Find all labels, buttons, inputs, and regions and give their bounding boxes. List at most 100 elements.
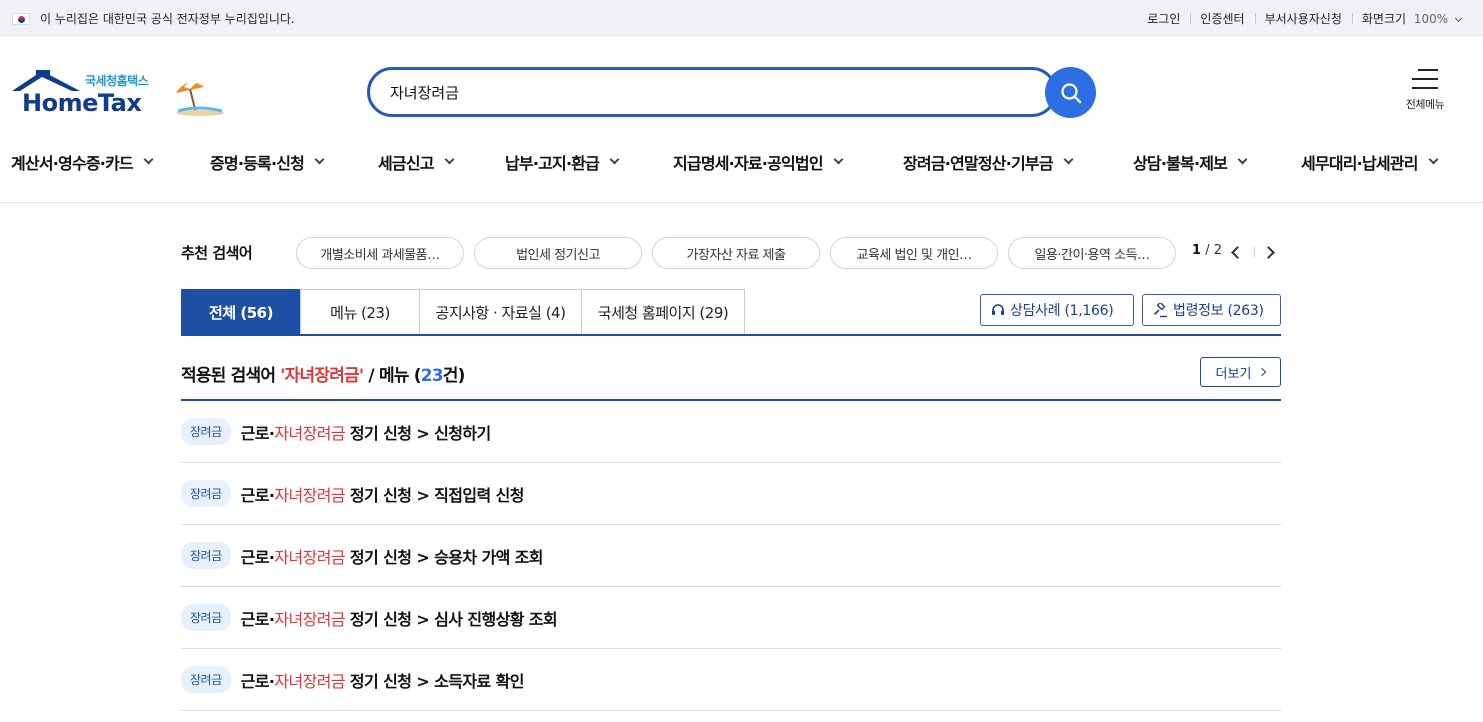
result-keyword-highlight: 자녀장려금 (274, 485, 345, 505)
result-row[interactable]: 장려금 근로·자녀장려금 정기 신청 > 심사 진행상황 조회 (181, 587, 1281, 649)
hometax-logo[interactable]: 국세청홈택스 HomeTax (10, 69, 225, 121)
law-info-label: 법령정보 (263) (1173, 303, 1264, 319)
gnb-divider (0, 202, 1483, 203)
result-title-prefix: 근로· (240, 609, 275, 629)
gnb-item-payment-statement[interactable]: 지급명세·자료·공익법인 (673, 140, 844, 184)
result-heading-mid: / 메뉴 ( (363, 366, 421, 386)
result-title-prefix: 근로· (240, 423, 275, 443)
login-link[interactable]: 로그인 (1137, 10, 1190, 27)
gnb-label: 장려금·연말정산·기부금 (903, 154, 1054, 173)
result-heading-prefix: 적용된 검색어 (181, 366, 281, 386)
gnb-label: 세무대리·납세관리 (1301, 154, 1418, 173)
beach-umbrella-icon (176, 81, 224, 116)
gov-notice-text: 이 누리집은 대한민국 공식 전자정부 누리집입니다. (40, 12, 295, 26)
chevron-right-icon[interactable] (1262, 244, 1278, 260)
chevron-down-icon (444, 154, 455, 164)
utility-links: 로그인 인증센터 부서사용자신청 화면크기 100% (1137, 10, 1471, 27)
recommended-chip[interactable]: 개별소비세 과세물품… (296, 237, 464, 269)
logo-subtitle: 국세청홈택스 (85, 74, 149, 88)
korea-flag-icon (12, 12, 30, 25)
chevron-right-icon (1258, 367, 1267, 377)
tab-menu[interactable]: 메뉴 (23) (300, 289, 420, 335)
result-title: 근로·자녀장려금 정기 신청 > 직접입력 신청 (241, 482, 525, 506)
more-button[interactable]: 더보기 (1200, 357, 1281, 387)
chevron-down-icon (1063, 154, 1074, 164)
page-separator: / (1205, 243, 1210, 258)
recommended-pager: 1 / 2 (1192, 243, 1222, 258)
hamburger-icon (1412, 68, 1438, 90)
zoom-label: 화면크기 (1361, 12, 1407, 26)
recommended-chip[interactable]: 가장자산 자료 제출 (652, 237, 820, 269)
result-keyword-highlight: 자녀장려금 (274, 423, 345, 443)
gnb-label: 계산서·영수증·카드 (11, 154, 134, 173)
category-badge: 장려금 (181, 480, 231, 507)
tab-nts-homepage[interactable]: 국세청 홈페이지 (29) (581, 289, 745, 335)
result-keyword: '자녀장려금' (280, 366, 364, 386)
tab-notice[interactable]: 공지사항 · 자료실 (4) (419, 289, 582, 335)
all-menu-button[interactable]: 전체메뉴 (1395, 66, 1455, 118)
result-row[interactable]: 장려금 근로·자녀장려금 정기 신청 > 직접입력 신청 (181, 463, 1281, 525)
all-menu-label: 전체메뉴 (1405, 98, 1445, 111)
gnb-item-consult[interactable]: 상담·불복·제보 (1133, 140, 1248, 184)
recommended-chip[interactable]: 법인세 정기신고 (474, 237, 642, 269)
law-info-button[interactable]: 법령정보 (263) (1142, 294, 1281, 326)
gnb-label: 상담·불복·제보 (1133, 154, 1228, 173)
result-title-suffix: 정기 신청 > 소득자료 확인 (344, 671, 524, 691)
chevron-down-icon (143, 154, 154, 164)
recommended-chip[interactable]: 일용·간이·용역 소득… (1008, 237, 1176, 269)
chevron-left-icon[interactable] (1228, 244, 1244, 260)
gnb-label: 지급명세·자료·공익법인 (673, 154, 824, 173)
result-row[interactable]: 장려금 근로·자녀장려금 정기 신청 > 승용차 가액 조회 (181, 525, 1281, 587)
chevron-down-icon (314, 154, 325, 164)
zoom-value: 100% (1413, 12, 1449, 26)
chevron-down-icon (833, 154, 844, 164)
gnb-item-incentive[interactable]: 장려금·연말정산·기부금 (903, 140, 1074, 184)
main-navigation: 계산서·영수증·카드 증명·등록·신청 세금신고 납부·고지·환급 지급명세·자… (0, 140, 1483, 184)
recommended-chip[interactable]: 교육세 법인 및 개인… (830, 237, 998, 269)
gov-banner: 이 누리집은 대한민국 공식 전자정부 누리집입니다. 로그인 인증센터 부서사… (0, 0, 1483, 37)
result-heading: 적용된 검색어 '자녀장려금' / 메뉴 (23건) (181, 361, 465, 386)
result-title: 근로·자녀장려금 정기 신청 > 승용차 가액 조회 (240, 544, 544, 568)
gavel-icon (1153, 302, 1167, 317)
logo-title: HomeTax (22, 89, 142, 117)
result-row[interactable]: 장려금 근로·자녀장려금 정기 신청 > 신청하기 (181, 401, 1281, 463)
category-badge: 장려금 (181, 666, 231, 693)
chevron-down-icon (609, 154, 620, 164)
result-title-suffix: 정기 신청 > 심사 진행상황 조회 (344, 609, 558, 629)
zoom-control[interactable]: 화면크기 100% (1351, 10, 1471, 27)
category-badge: 장려금 (181, 542, 231, 569)
search-input[interactable] (390, 83, 990, 101)
gnb-label: 납부·고지·환급 (505, 154, 600, 173)
result-heading-suffix: 건) (442, 366, 466, 386)
category-badge: 장려금 (181, 604, 231, 631)
gnb-item-payment[interactable]: 납부·고지·환급 (505, 140, 620, 184)
search-box (367, 67, 1057, 117)
certificate-center-link[interactable]: 인증센터 (1190, 10, 1254, 27)
gnb-item-tax-agent[interactable]: 세무대리·납세관리 (1301, 140, 1439, 184)
chevron-down-icon (1454, 14, 1463, 23)
tab-all[interactable]: 전체 (56) (181, 289, 301, 335)
recommended-title: 추천 검색어 (181, 244, 253, 262)
page-current: 1 (1192, 243, 1202, 258)
chevron-down-icon (1428, 154, 1439, 164)
gnb-label: 세금신고 (378, 154, 434, 173)
tabs-underline (181, 334, 1281, 336)
result-count: 23 (420, 366, 444, 386)
result-row[interactable]: 장려금 근로·자녀장려금 정기 신청 > 소득자료 확인 (181, 649, 1281, 711)
chevron-down-icon (1237, 154, 1248, 164)
pager-divider (1254, 246, 1255, 258)
result-title: 근로·자녀장려금 정기 신청 > 신청하기 (240, 420, 492, 444)
gnb-item-certificate[interactable]: 증명·등록·신청 (210, 140, 325, 184)
gnb-label: 증명·등록·신청 (210, 154, 305, 173)
consult-cases-label: 상담사례 (1,166) (1010, 303, 1114, 319)
result-keyword-highlight: 자녀장려금 (274, 671, 345, 691)
dept-user-signup-link[interactable]: 부서사용자신청 (1254, 10, 1352, 27)
result-title-prefix: 근로· (240, 671, 275, 691)
search-button[interactable] (1045, 67, 1096, 118)
consult-cases-button[interactable]: 상담사례 (1,166) (980, 294, 1134, 326)
page-total: 2 (1213, 243, 1222, 258)
result-keyword-highlight: 자녀장려금 (274, 547, 345, 567)
gnb-item-tax-report[interactable]: 세금신고 (378, 140, 455, 184)
gnb-item-invoice[interactable]: 계산서·영수증·카드 (11, 140, 154, 184)
result-title-prefix: 근로· (240, 547, 275, 567)
